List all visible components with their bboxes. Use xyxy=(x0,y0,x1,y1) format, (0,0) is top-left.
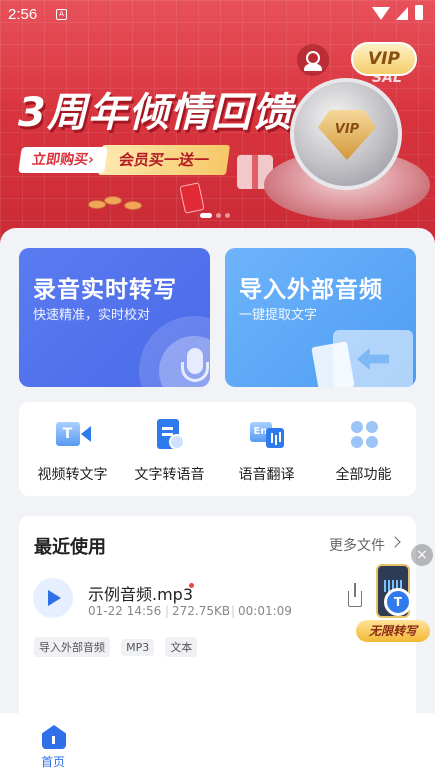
status-bar: 2:56 A xyxy=(0,0,435,30)
shortcut-voice-translate[interactable]: En 语音翻译 xyxy=(217,418,316,484)
shortcut-label: 文字转语音 xyxy=(134,467,205,483)
all-features-icon xyxy=(345,418,383,450)
voice-translate-icon: En xyxy=(248,418,286,450)
record-card-subtitle: 快速精准，实时校对 xyxy=(33,308,151,323)
tag-format: MP3 xyxy=(121,639,155,656)
battery-icon xyxy=(415,5,423,20)
vip-button[interactable]: VIP xyxy=(351,42,417,76)
shortcut-label: 语音翻译 xyxy=(238,467,295,483)
chevron-right-icon xyxy=(389,536,401,548)
grid-dot xyxy=(350,421,363,433)
file-date: 01-22 14:56 xyxy=(88,604,162,618)
close-icon[interactable]: × xyxy=(411,544,433,566)
file-duration: 00:01:09 xyxy=(238,604,292,618)
sim-icon: A xyxy=(56,9,67,20)
coins-icon xyxy=(88,196,148,212)
record-card-title: 录音实时转写 xyxy=(33,277,177,303)
file-tags: 导入外部音频 MP3 文本 xyxy=(34,636,203,657)
import-card-subtitle: 一键提取文字 xyxy=(239,308,318,323)
video-to-text-icon: T xyxy=(54,418,92,450)
unread-dot xyxy=(189,583,194,588)
shortcut-label: 全部功能 xyxy=(335,467,392,483)
customer-service-button[interactable] xyxy=(297,44,329,76)
shortcut-video-to-text[interactable]: T 视频转文字 xyxy=(23,418,122,484)
grid-dot xyxy=(365,421,378,433)
tag-source: 导入外部音频 xyxy=(34,637,110,657)
bottom-nav: 首页 xyxy=(0,713,435,773)
shortcut-panel: T 视频转文字 文字转语音 En 语音翻译 全部功能 xyxy=(19,402,416,496)
page-dot xyxy=(225,213,230,218)
meta-divider: | xyxy=(165,604,170,618)
file-size: 272.75KB xyxy=(172,604,231,618)
grid-dot xyxy=(365,436,378,448)
tts-wave xyxy=(168,434,185,450)
banner-title: 3周年倾情回馈 xyxy=(18,90,293,136)
import-card-title: 导入外部音频 xyxy=(239,277,383,303)
promo-banner[interactable]: 2:56 A 3周年倾情回馈 会员买一送一 立即购买› VIP SAL VIP xyxy=(0,0,435,250)
status-time: 2:56 xyxy=(8,6,38,23)
buy-now-button[interactable]: 立即购买› xyxy=(18,147,108,173)
headset-icon xyxy=(306,51,320,65)
grid-dot xyxy=(350,436,363,448)
recent-title: 最近使用 xyxy=(34,537,106,558)
page-dot-active xyxy=(200,213,212,218)
record-realtime-card[interactable]: 录音实时转写 快速精准，实时校对 xyxy=(19,248,210,387)
translate-wave-box xyxy=(265,428,284,448)
file-name[interactable]: 示例音频.mp3 xyxy=(88,581,193,605)
transcribe-disc-icon: T xyxy=(384,588,412,616)
text-to-speech-icon xyxy=(151,418,189,450)
vip-medal-graphic: VIP xyxy=(290,78,402,190)
shortcut-text-to-speech[interactable]: 文字转语音 xyxy=(120,418,219,484)
microphone-icon xyxy=(139,316,210,387)
member-offer-tag: 会员买一送一 xyxy=(97,145,231,175)
play-button[interactable] xyxy=(33,578,73,618)
unlimited-transcribe-promo[interactable]: × T 无限转写 xyxy=(354,544,433,645)
wifi-icon xyxy=(372,7,390,20)
shortcut-label: 视频转文字 xyxy=(37,467,108,483)
signal-icon xyxy=(396,7,408,20)
tag-type: 文本 xyxy=(165,637,198,657)
import-audio-card[interactable]: 导入外部音频 一键提取文字 xyxy=(225,248,416,387)
page-dot xyxy=(216,213,221,218)
video-icon-glyph: T xyxy=(55,422,80,446)
meta-divider: | xyxy=(231,604,236,618)
shortcut-all-features[interactable]: 全部功能 xyxy=(314,418,413,484)
more-files-link[interactable]: 更多文件 xyxy=(329,535,385,555)
folder-import-icon xyxy=(311,330,416,387)
home-icon[interactable] xyxy=(42,725,66,749)
medal-badge-text: VIP xyxy=(334,122,360,137)
unlimited-transcribe-label: 无限转写 xyxy=(356,620,430,642)
nav-home-label[interactable]: 首页 xyxy=(41,753,65,770)
banner-pagination xyxy=(200,213,240,221)
headset-body xyxy=(304,64,322,71)
camera-lens xyxy=(80,426,91,442)
